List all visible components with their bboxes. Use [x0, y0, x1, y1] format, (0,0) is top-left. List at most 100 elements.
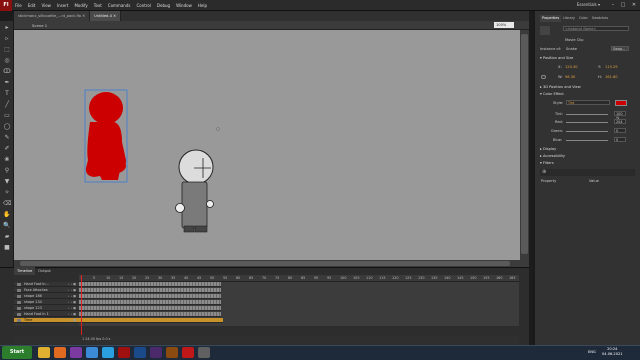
layer-visibility-lock-icons[interactable]: • • ■: [68, 300, 76, 305]
arrow-icon[interactable]: ▸: [3, 25, 11, 31]
menu-debug[interactable]: Debug: [154, 0, 173, 11]
red-silhouette-symbol[interactable]: [84, 89, 128, 183]
doc-tab-stickman[interactable]: stickmanx_silhouette_...nt_pack.fla ✕: [14, 11, 91, 21]
explorer-icon[interactable]: [38, 347, 50, 358]
layer-visibility-lock-icons[interactable]: • • ■: [68, 312, 76, 317]
tab-properties[interactable]: Properties: [540, 15, 562, 22]
skype-icon[interactable]: [102, 347, 114, 358]
vertical-scroll-thumb[interactable]: [521, 34, 528, 254]
bone-icon[interactable]: ⚲: [3, 168, 11, 174]
green-slider[interactable]: [566, 131, 608, 132]
menu-insert[interactable]: Insert: [54, 0, 71, 11]
scene-breadcrumb[interactable]: Scene 1: [32, 23, 47, 28]
layer-row[interactable]: shape 123 • • ■: [14, 306, 79, 312]
tab-timeline[interactable]: Timeline: [14, 267, 36, 275]
layer-visibility-lock-icons[interactable]: • • ■: [68, 318, 76, 323]
red-field[interactable]: 204: [614, 119, 626, 124]
menu-view[interactable]: View: [38, 0, 54, 11]
layer-row[interactable]: shape 186 • • ■: [14, 294, 79, 300]
y-value[interactable]: 115.29: [605, 65, 618, 69]
menu-text[interactable]: Text: [91, 0, 105, 11]
frame-span[interactable]: [79, 306, 221, 312]
chrome-icon[interactable]: [86, 347, 98, 358]
instance-name-input[interactable]: <Instance Name>: [563, 26, 629, 31]
frame-span[interactable]: [79, 318, 223, 324]
system-clock[interactable]: 20:24 04.06.2021: [602, 347, 623, 357]
menu-edit[interactable]: Edit: [25, 0, 39, 11]
tint-slider[interactable]: [566, 114, 608, 115]
frame-grid[interactable]: [79, 282, 519, 326]
app-icon[interactable]: [198, 347, 210, 358]
eraser-icon[interactable]: ⌫: [3, 201, 11, 207]
tint-field[interactable]: 100 %: [614, 111, 626, 120]
menu-window[interactable]: Window: [173, 0, 195, 11]
layer-row[interactable]: Hand Foot In 1 • • ■: [14, 312, 79, 318]
pencil-icon[interactable]: ✎: [3, 135, 11, 141]
doc-tab-untitled[interactable]: Untitled-4 ✕: [90, 11, 122, 21]
frame-span[interactable]: [79, 288, 221, 294]
3d-position-section[interactable]: ▸ 3D Position and View: [540, 84, 635, 90]
paint-bucket-icon[interactable]: ▼: [3, 179, 11, 185]
pen-icon[interactable]: ✒: [3, 80, 11, 86]
text-icon[interactable]: T: [3, 91, 11, 97]
symbol-type-select[interactable]: Movie Clip: [565, 38, 584, 42]
add-filter-icon[interactable]: ⊕: [542, 169, 546, 175]
zoom-field[interactable]: 100%: [494, 22, 514, 28]
frame-span[interactable]: [79, 312, 221, 318]
color-effect-section[interactable]: ▾ Color Effect: [540, 91, 635, 97]
firefox-icon[interactable]: [54, 347, 66, 358]
opera-icon[interactable]: [182, 347, 194, 358]
rectangle-icon[interactable]: ▭: [3, 113, 11, 119]
free-transform-icon[interactable]: ⬚: [3, 47, 11, 53]
style-select[interactable]: Tint: [566, 100, 610, 105]
layer-visibility-lock-icons[interactable]: • • ■: [68, 282, 76, 287]
blue-field[interactable]: 0: [614, 137, 626, 142]
workspace-switcher[interactable]: Essentials ▾: [577, 2, 600, 7]
w-value[interactable]: 96.30: [565, 75, 575, 79]
red-slider[interactable]: [566, 122, 608, 123]
frame-span[interactable]: [79, 300, 221, 306]
close-button[interactable]: ✕: [629, 1, 639, 9]
layer-row[interactable]: Face Attaches • • ■: [14, 288, 79, 294]
subselect-icon[interactable]: ▹: [3, 36, 11, 42]
menu-control[interactable]: Control: [133, 0, 153, 11]
stickman-figure[interactable]: [175, 149, 214, 233]
menu-help[interactable]: Help: [195, 0, 210, 11]
minimize-button[interactable]: –: [608, 1, 618, 9]
3d-rotation-icon[interactable]: ◎: [3, 58, 11, 64]
tab-output[interactable]: Output: [35, 267, 53, 275]
filters-section[interactable]: ▾ Filters: [540, 160, 635, 166]
tint-color-swatch[interactable]: [615, 100, 627, 106]
start-button[interactable]: Start: [2, 346, 32, 359]
fill-color-icon[interactable]: ■: [3, 245, 11, 251]
menu-file[interactable]: File: [12, 0, 25, 11]
oval-icon[interactable]: ◯: [3, 124, 11, 130]
stroke-color-icon[interactable]: ▰: [3, 234, 11, 240]
illustrator-icon[interactable]: [166, 347, 178, 358]
animate-icon[interactable]: [118, 347, 130, 358]
line-icon[interactable]: ╱: [3, 102, 11, 108]
photoshop-icon[interactable]: [134, 347, 146, 358]
menu-modify[interactable]: Modify: [71, 0, 90, 11]
lock-aspect-icon[interactable]: [541, 75, 546, 79]
maximize-button[interactable]: □: [618, 1, 628, 9]
hand-icon[interactable]: ✋: [3, 212, 11, 218]
frame-ruler[interactable]: 1510152025303540455055606570758085909510…: [79, 275, 519, 282]
zoom-icon[interactable]: 🔍: [3, 223, 11, 229]
brush-icon[interactable]: ✐: [3, 146, 11, 152]
tab-swatches[interactable]: Swatches: [590, 15, 610, 22]
h-value[interactable]: 161.80: [605, 75, 618, 79]
playhead[interactable]: [81, 275, 82, 335]
layer-visibility-lock-icons[interactable]: • • ■: [68, 288, 76, 293]
position-size-section[interactable]: ▾ Position and Size: [540, 55, 635, 61]
media-icon[interactable]: [70, 347, 82, 358]
stage[interactable]: [14, 30, 529, 267]
layer-row[interactable]: shape 134 • • ■: [14, 300, 79, 306]
x-value[interactable]: 120.30: [565, 65, 578, 69]
layer-visibility-lock-icons[interactable]: • • ■: [68, 306, 76, 311]
horizontal-scroll-thumb[interactable]: [20, 261, 510, 266]
blue-slider[interactable]: [566, 140, 608, 141]
language-indicator[interactable]: ENG: [588, 350, 596, 354]
premiere-icon[interactable]: [150, 347, 162, 358]
display-section[interactable]: ▸ Display: [540, 146, 635, 152]
